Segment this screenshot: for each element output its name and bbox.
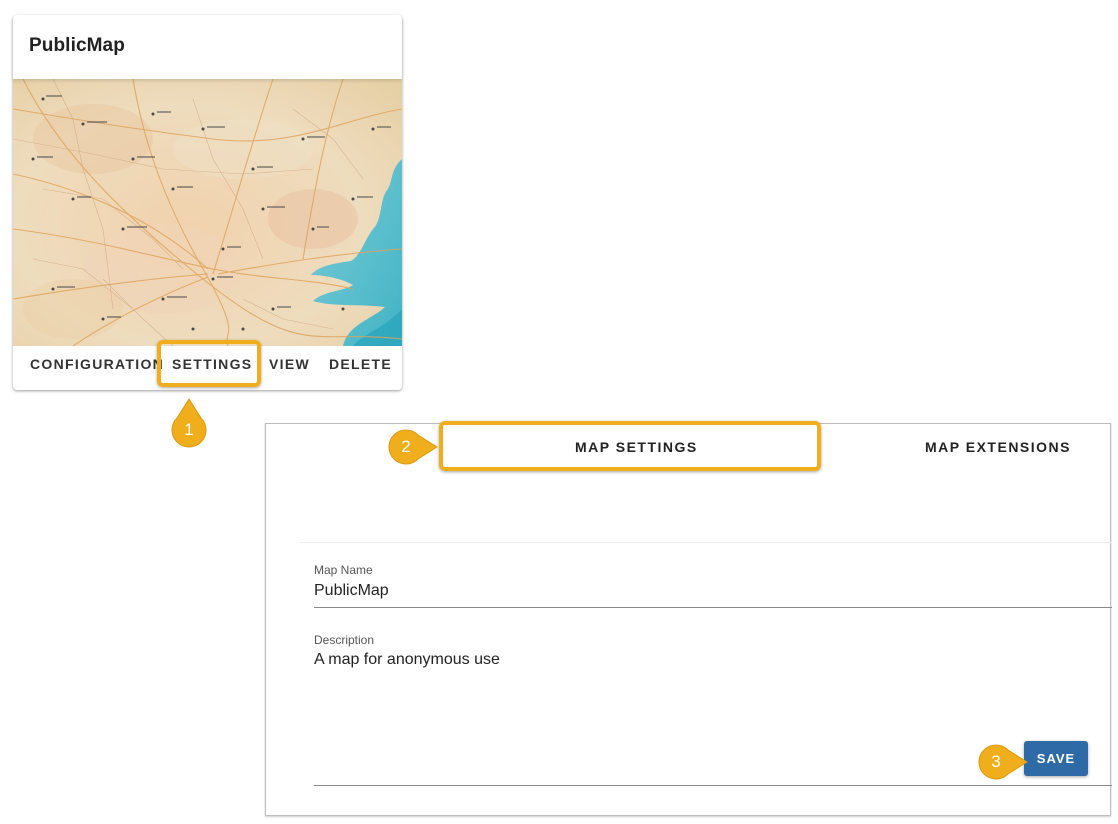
delete-button[interactable]: DELETE bbox=[329, 356, 392, 372]
map-name-field[interactable]: PublicMap bbox=[314, 582, 389, 600]
settings-button[interactable]: SETTINGS bbox=[172, 356, 252, 372]
tab-divider bbox=[300, 542, 1112, 543]
map-thumbnail[interactable] bbox=[13, 79, 402, 346]
map-name-label: Map Name bbox=[314, 563, 373, 577]
callout-pin-icon bbox=[171, 398, 207, 448]
card-header: PublicMap bbox=[13, 15, 402, 79]
step-1-number: 1 bbox=[184, 420, 194, 439]
tab-map-settings[interactable]: MAP SETTINGS bbox=[575, 439, 698, 455]
card-title: PublicMap bbox=[29, 35, 125, 56]
map-card: PublicMap CONFIGURATION SETTINGS VIEW DE… bbox=[13, 15, 402, 390]
description-label: Description bbox=[314, 633, 375, 647]
map-thumbnail-icon bbox=[13, 79, 402, 346]
map-name-underline bbox=[314, 607, 1112, 608]
description-underline bbox=[314, 785, 1112, 786]
view-button[interactable]: VIEW bbox=[269, 356, 310, 372]
save-button[interactable]: SAVE bbox=[1024, 741, 1088, 776]
configuration-button[interactable]: CONFIGURATION bbox=[30, 356, 164, 372]
tab-map-extensions[interactable]: MAP EXTENSIONS bbox=[925, 439, 1071, 455]
step-1-marker: 1 bbox=[171, 398, 207, 448]
description-field[interactable]: A map for anonymous use bbox=[314, 651, 500, 669]
card-actions: CONFIGURATION SETTINGS VIEW DELETE bbox=[13, 346, 402, 390]
map-settings-panel: MAP SETTINGS MAP EXTENSIONS Map Name Pub… bbox=[265, 423, 1112, 816]
